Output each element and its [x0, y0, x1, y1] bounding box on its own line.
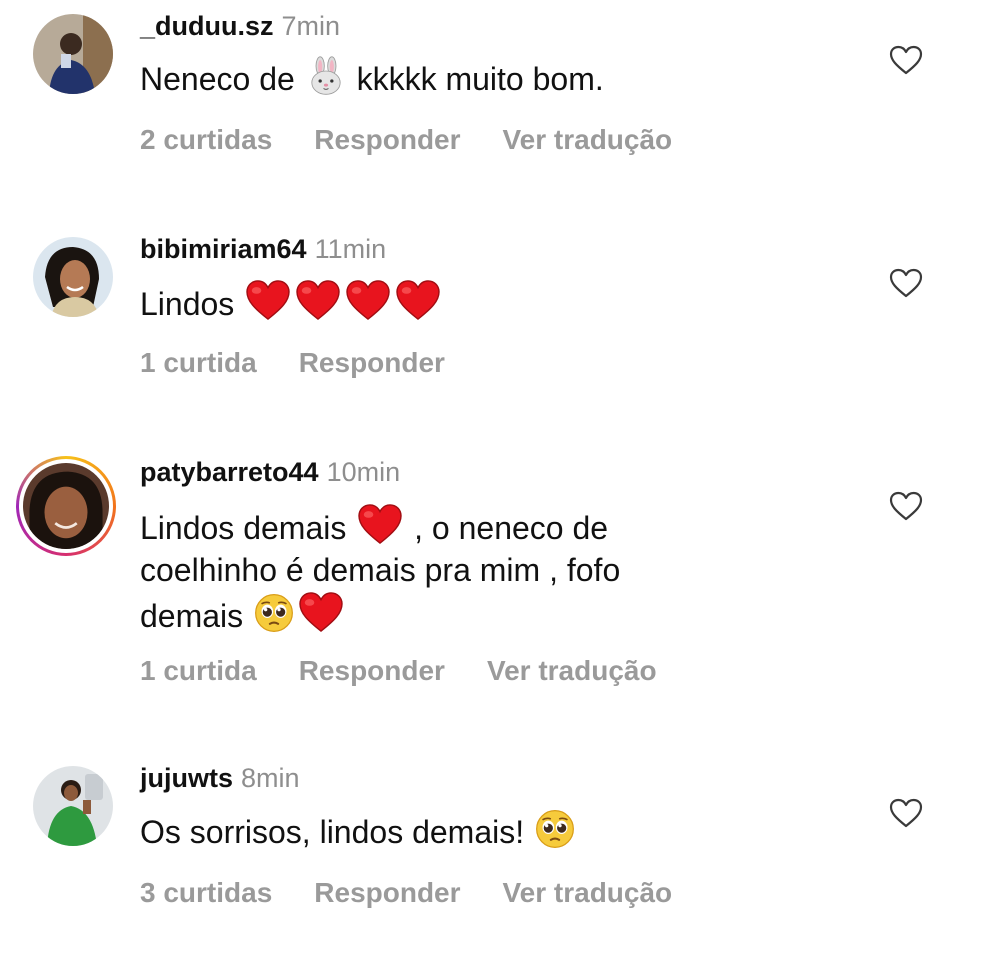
reply-button[interactable]: Responder — [299, 347, 445, 379]
comment-text: Lindos demais , o neneco de coelhinho é … — [140, 503, 840, 637]
like-heart-icon[interactable] — [888, 267, 924, 299]
comment-actions: 2 curtidas Responder Ver tradução — [140, 124, 714, 156]
comment-header: patybarreto44 10min — [140, 457, 400, 488]
comment-item: jujuwts 8min Os sorrisos, lindos demais! … — [0, 750, 984, 950]
avatar-photo — [33, 766, 113, 846]
comment-header: jujuwts 8min — [140, 763, 300, 794]
avatar[interactable] — [30, 234, 116, 320]
timestamp: 7min — [281, 11, 341, 41]
likes-count[interactable]: 1 curtida — [140, 347, 257, 379]
red-heart-icon — [298, 591, 344, 633]
comment-header: bibimiriam64 11min — [140, 234, 386, 265]
rabbit-face-icon — [306, 56, 346, 96]
avatar[interactable] — [30, 763, 116, 849]
likes-count[interactable]: 3 curtidas — [140, 877, 272, 909]
avatar-photo — [33, 237, 113, 317]
red-heart-icon — [295, 279, 341, 321]
reply-button[interactable]: Responder — [299, 655, 445, 687]
comment-item: _duduu.sz 7min Neneco de kkkkk muito bom.… — [0, 0, 984, 200]
username[interactable]: _duduu.sz — [140, 11, 274, 41]
red-heart-icon — [245, 279, 291, 321]
reply-button[interactable]: Responder — [314, 124, 460, 156]
red-heart-icon — [395, 279, 441, 321]
comment-text-line: coelhinho é demais pra mim , fofo — [140, 552, 621, 588]
comment-text-line: Lindos demais , o neneco de — [140, 503, 840, 549]
comment-text: Os sorrisos, lindos demais! — [140, 809, 840, 853]
comment-text: Lindos — [140, 279, 840, 325]
pleading-face-icon — [535, 809, 575, 849]
avatar[interactable] — [30, 11, 116, 97]
avatar-photo — [23, 463, 109, 549]
reply-button[interactable]: Responder — [314, 877, 460, 909]
comment-header: _duduu.sz 7min — [140, 11, 340, 42]
like-heart-icon[interactable] — [888, 490, 924, 522]
translate-button[interactable]: Ver tradução — [503, 124, 673, 156]
username[interactable]: jujuwts — [140, 763, 233, 793]
red-heart-icon — [357, 503, 403, 545]
avatar-photo — [33, 14, 113, 94]
comment-text: Neneco de kkkkk muito bom. — [140, 56, 840, 100]
comment-actions: 3 curtidas Responder Ver tradução — [140, 877, 714, 909]
timestamp: 10min — [326, 457, 401, 487]
like-heart-icon[interactable] — [888, 44, 924, 76]
comment-item: patybarreto44 10min Lindos demais , o nen… — [0, 440, 984, 730]
username[interactable]: patybarreto44 — [140, 457, 319, 487]
pleading-face-icon — [254, 593, 294, 633]
comment-actions: 1 curtida Responder — [140, 347, 487, 379]
username[interactable]: bibimiriam64 — [140, 234, 307, 264]
likes-count[interactable]: 1 curtida — [140, 655, 257, 687]
comment-actions: 1 curtida Responder Ver tradução — [140, 655, 699, 687]
translate-button[interactable]: Ver tradução — [503, 877, 673, 909]
likes-count[interactable]: 2 curtidas — [140, 124, 272, 156]
comment-item: bibimiriam64 11min Lindos 1 curtida Respon… — [0, 220, 984, 420]
red-heart-icon — [345, 279, 391, 321]
comment-text-line: demais — [140, 591, 840, 637]
timestamp: 11min — [314, 234, 387, 264]
avatar-story-ring[interactable] — [16, 456, 116, 556]
like-heart-icon[interactable] — [888, 797, 924, 829]
timestamp: 8min — [241, 763, 300, 793]
translate-button[interactable]: Ver tradução — [487, 655, 657, 687]
